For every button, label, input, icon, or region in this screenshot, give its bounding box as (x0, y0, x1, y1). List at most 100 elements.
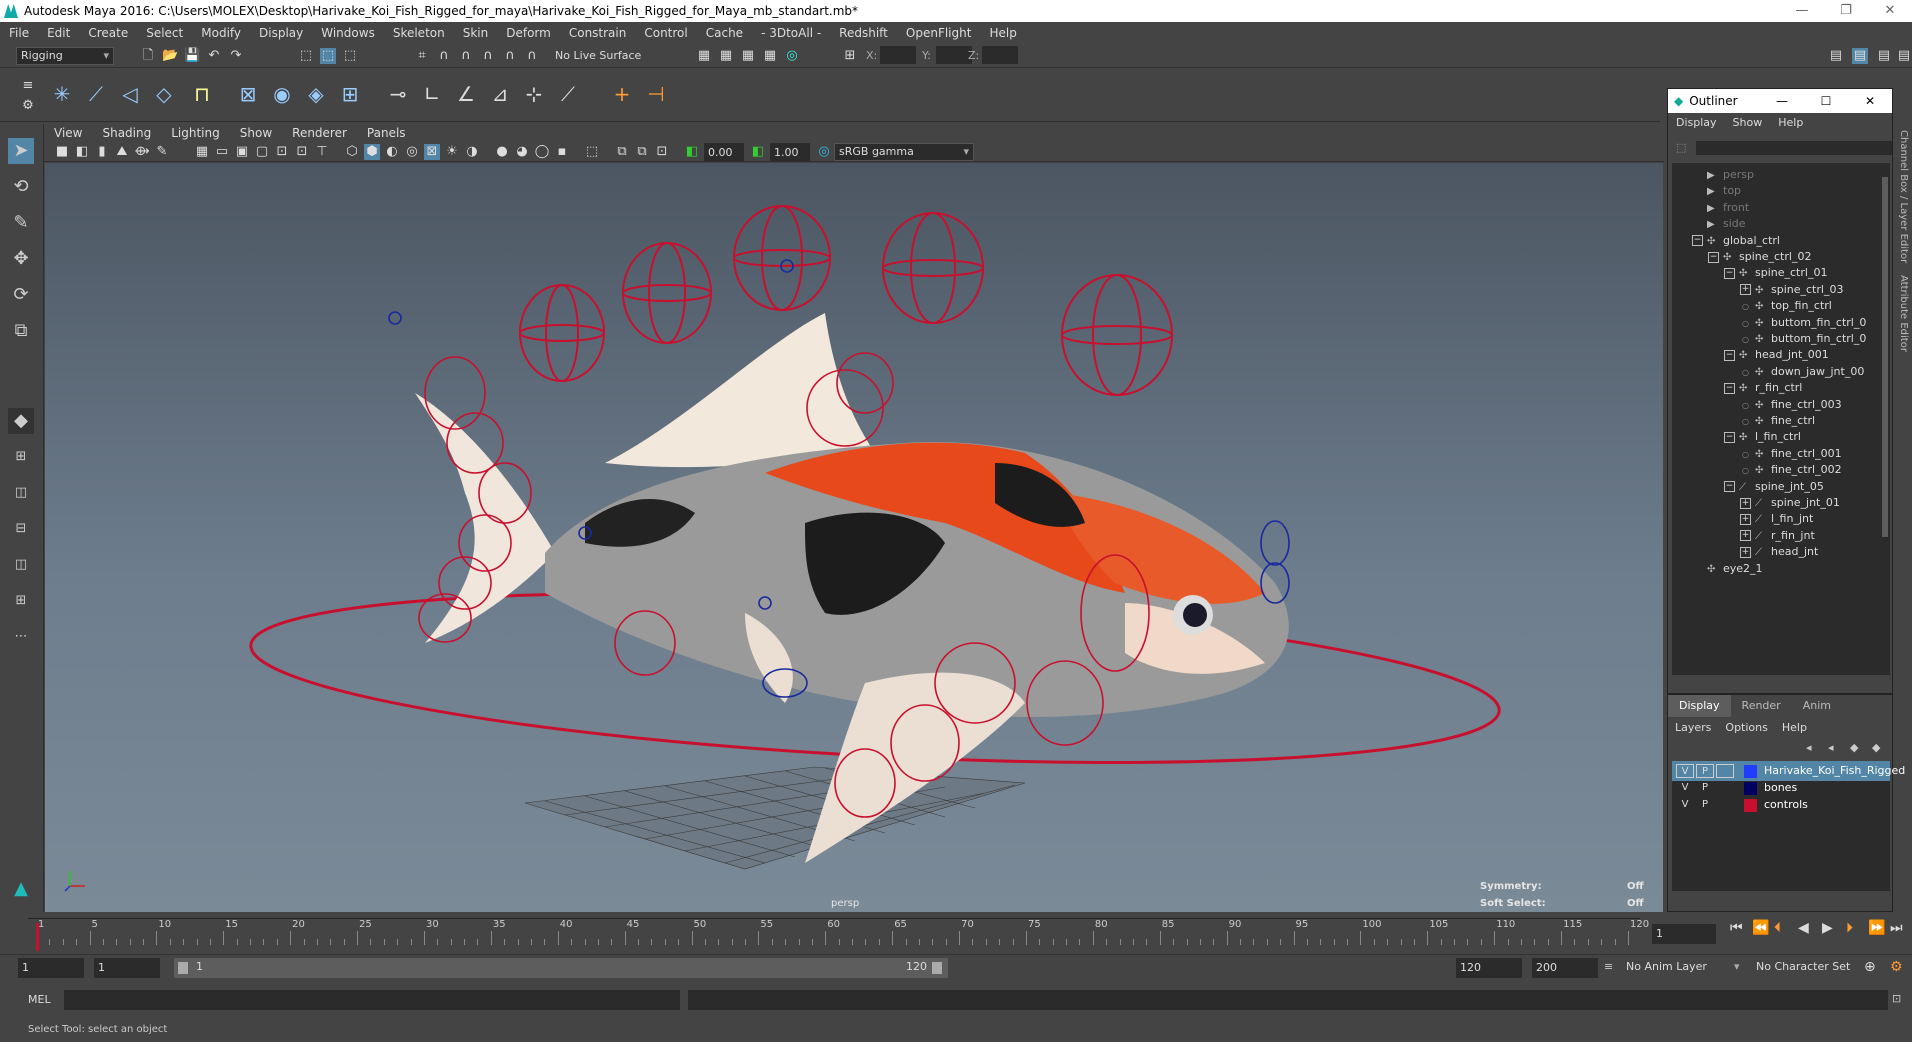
layer-display-type-toggle[interactable] (1716, 781, 1734, 795)
current-frame-field[interactable]: 1 (1652, 924, 1716, 944)
aim-constraint-icon[interactable]: ∟ (416, 78, 448, 110)
collapse-icon[interactable]: − (1692, 235, 1703, 247)
collapse-icon[interactable]: − (1724, 349, 1735, 361)
xray-components-icon[interactable]: ⊡ (654, 144, 670, 160)
modeling-toolkit-icon[interactable]: ▤ (1828, 48, 1844, 64)
hypershade-layout-icon[interactable]: ⊞ (8, 588, 34, 614)
current-time-indicator[interactable] (36, 923, 39, 951)
single-view-layout-icon[interactable]: ◆ (8, 408, 34, 434)
side-tab-attribute-editor[interactable]: Attribute Editor (1895, 269, 1909, 358)
filter-icon[interactable]: ⬚ (1676, 141, 1686, 154)
locator-icon[interactable]: + (606, 78, 638, 110)
step-back-key-icon[interactable]: ⏴ (1774, 920, 1781, 936)
render-frame-icon[interactable]: ▦ (718, 48, 734, 64)
isolate-select-icon[interactable]: ⬚ (584, 144, 600, 160)
exposure-field[interactable]: 0.00 (704, 143, 744, 161)
outliner-titlebar[interactable]: ◆ Outliner — ☐ ✕ (1668, 89, 1892, 113)
film-gate-icon[interactable]: ▭ (214, 144, 230, 160)
ipr-render-icon[interactable]: ▦ (740, 48, 756, 64)
loop-icon[interactable]: ≡ (1604, 960, 1613, 973)
safe-title-icon[interactable]: ⊤ (314, 144, 330, 160)
create-joint-icon[interactable]: ✳ (46, 78, 78, 110)
layer-tab-render[interactable]: Render (1731, 695, 1792, 717)
step-forward-frame-icon[interactable]: ⏩ (1868, 920, 1885, 936)
bookmark-icon[interactable]: ▮ (94, 144, 110, 160)
layer-playback-toggle[interactable]: P (1696, 781, 1714, 795)
snap-point-icon[interactable]: ∩ (458, 48, 474, 64)
render-view-icon[interactable]: ▦ (696, 48, 712, 64)
gate-mask-icon[interactable]: ▢ (254, 144, 270, 160)
menu-constrain[interactable]: Constrain (560, 26, 636, 40)
outliner-item[interactable]: ✣ eye2_1 (1692, 559, 1763, 579)
save-scene-icon[interactable]: 💾 (184, 48, 200, 64)
smooth-bind-icon[interactable]: ◈ (300, 78, 332, 110)
anim-layer-chevron-icon[interactable]: ▾ (1734, 960, 1740, 973)
menu-openflight[interactable]: OpenFlight (897, 26, 981, 40)
menu-modify[interactable]: Modify (192, 26, 250, 40)
layer-menu-help[interactable]: Help (1775, 721, 1814, 734)
scale-tool-icon[interactable]: ⧉ (8, 318, 34, 344)
mel-label[interactable]: MEL (28, 993, 51, 1006)
paint-weights-icon[interactable]: ◉ (266, 78, 298, 110)
mel-input[interactable] (64, 990, 680, 1010)
2d-pan-zoom-icon[interactable]: ⟴ (134, 144, 150, 160)
menu-control[interactable]: Control (635, 26, 696, 40)
range-end-handle[interactable] (932, 962, 942, 974)
xray-joints-icon[interactable]: ⧉ (634, 144, 650, 160)
collapse-icon[interactable]: − (1724, 267, 1735, 279)
scene-start-field[interactable]: 1 (18, 958, 84, 978)
layer-playback-toggle[interactable]: P (1696, 764, 1714, 778)
parent-constraint-icon[interactable]: ⊹ (518, 78, 550, 110)
select-tool-icon[interactable]: ➤ (8, 138, 34, 164)
shadows-icon[interactable]: ◑ (464, 144, 480, 160)
outliner-close-button[interactable]: ✕ (1848, 94, 1892, 108)
layer-menu-layers[interactable]: Layers (1668, 721, 1718, 734)
four-view-layout-icon[interactable]: ⊞ (8, 444, 34, 470)
menu-skin[interactable]: Skin (454, 26, 498, 40)
collapse-icon[interactable]: − (1708, 251, 1719, 263)
script-editor-icon[interactable]: ⊡ (1892, 992, 1901, 1005)
custom-layout-icon[interactable]: ⋯ (8, 624, 34, 650)
outliner-menu-help[interactable]: Help (1770, 116, 1811, 129)
grease-pencil-icon[interactable]: ✎ (154, 144, 170, 160)
panel-menu-show[interactable]: Show (230, 126, 282, 140)
range-slider-bar[interactable]: 1 120 (174, 958, 948, 978)
minimize-button[interactable]: — (1780, 0, 1824, 22)
two-view-layout-icon[interactable]: ◫ (8, 480, 34, 506)
collapse-icon[interactable]: − (1724, 382, 1735, 394)
auto-key-icon[interactable]: ⊕ (1864, 959, 1876, 975)
textured-icon[interactable]: ⊠ (424, 144, 440, 160)
cluster-icon[interactable]: ⊣ (640, 78, 672, 110)
snap-live-icon[interactable]: ∩ (524, 48, 540, 64)
layer-tab-anim[interactable]: Anim (1792, 695, 1842, 717)
expand-icon[interactable]: + (1740, 546, 1751, 558)
pole-vector-icon[interactable]: ⟋ (552, 78, 584, 110)
snap-grid-icon[interactable]: ⌗ (414, 48, 430, 64)
exposure-icon[interactable]: ◧ (684, 144, 700, 160)
lattice-icon[interactable]: ⊞ (334, 78, 366, 110)
layer-visibility-toggle[interactable]: V (1676, 781, 1694, 795)
panel-menu-lighting[interactable]: Lighting (161, 126, 230, 140)
default-material-icon[interactable]: ◐ (384, 144, 400, 160)
motion-blur-icon[interactable]: ◕ (514, 144, 530, 160)
use-all-lights-icon[interactable]: ☀ (444, 144, 460, 160)
snap-surface-icon[interactable]: ∩ (502, 48, 518, 64)
y-field[interactable] (936, 46, 972, 64)
hypershade-icon[interactable]: ◎ (784, 48, 800, 64)
wireframe-icon[interactable]: ⬡ (344, 144, 360, 160)
new-layer-selected-icon[interactable]: ◆ (1872, 741, 1880, 754)
open-scene-icon[interactable]: 📂 (162, 48, 178, 64)
snap-view-icon[interactable]: ∩ (480, 48, 496, 64)
layer-color-swatch[interactable] (1744, 782, 1757, 795)
outliner-menu-show[interactable]: Show (1725, 116, 1771, 129)
menu-redshift[interactable]: Redshift (830, 26, 897, 40)
expand-icon[interactable]: + (1740, 284, 1751, 296)
panel-menu-shading[interactable]: Shading (92, 126, 161, 140)
close-button[interactable]: ✕ (1868, 0, 1912, 22)
menu-create[interactable]: Create (79, 26, 137, 40)
live-surface-label[interactable]: No Live Surface (555, 49, 641, 62)
paint-select-tool-icon[interactable]: ✎ (8, 210, 34, 236)
select-hierarchy-icon[interactable]: ⬚ (298, 48, 314, 64)
gamma-icon[interactable]: ◧ (750, 144, 766, 160)
depth-of-field-icon[interactable]: ▪ (554, 144, 570, 160)
